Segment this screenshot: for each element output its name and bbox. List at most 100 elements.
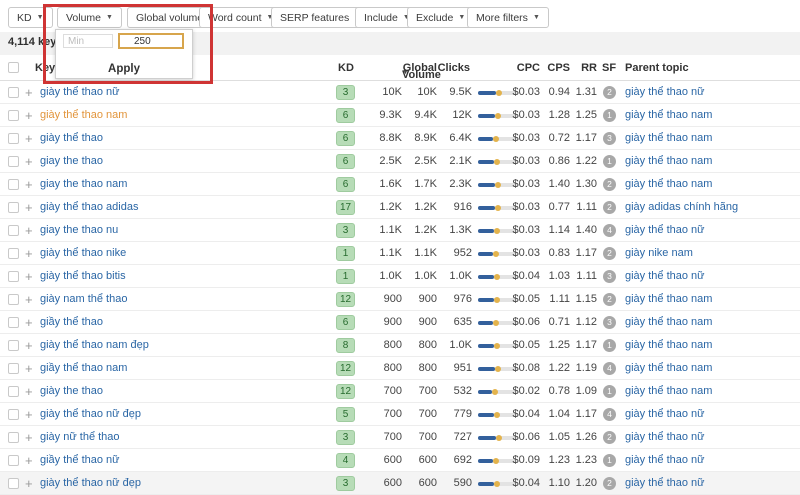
parent-topic-link[interactable]: giày thể thao nam [625, 104, 712, 127]
keyword-link[interactable]: giày nam thể thao [40, 288, 127, 311]
filter-button-label: Include [364, 12, 398, 24]
plus-icon[interactable]: + [25, 449, 33, 472]
row-checkbox[interactable] [8, 225, 19, 236]
cpc-value: $0.05 [512, 288, 540, 311]
keyword-link[interactable]: giầy thể thao nữ [40, 449, 120, 472]
row-checkbox[interactable] [8, 317, 19, 328]
plus-icon[interactable]: + [25, 357, 33, 380]
keyword-link[interactable]: giay the thao nam [40, 173, 127, 196]
keyword-link[interactable]: giầy thể thao nam [40, 357, 127, 380]
apply-button[interactable]: Apply [56, 60, 192, 78]
plus-icon[interactable]: + [25, 311, 33, 334]
plus-icon[interactable]: + [25, 472, 33, 495]
parent-topic-link[interactable]: giày thể thao nữ [625, 449, 705, 472]
row-checkbox[interactable] [8, 455, 19, 466]
keyword-link[interactable]: giầy thể thao [40, 311, 103, 334]
filter-button-more-filters[interactable]: More filters▼ [467, 7, 549, 28]
filter-button-volume[interactable]: Volume▼ [57, 7, 122, 28]
keyword-link[interactable]: giày thể thao nữ đẹp [40, 472, 141, 495]
column-header-cps[interactable]: CPS [547, 62, 570, 74]
column-header-cpc[interactable]: CPC [517, 62, 540, 74]
plus-icon[interactable]: + [25, 265, 33, 288]
parent-topic-link[interactable]: giày nike nam [625, 242, 693, 265]
filter-button-word-count[interactable]: Word count▼ [199, 7, 282, 28]
row-checkbox[interactable] [8, 409, 19, 420]
parent-topic-link[interactable]: giày thể thao nữ [625, 403, 705, 426]
parent-topic-link[interactable]: giày thể thao nam [625, 173, 712, 196]
row-checkbox[interactable] [8, 271, 19, 282]
parent-topic-link[interactable]: giày thể thao nữ [625, 81, 705, 104]
column-header-global[interactable]: Global [403, 62, 437, 74]
column-header-clicks[interactable]: Clicks [438, 62, 470, 74]
parent-topic-link[interactable]: giày thể thao nam [625, 288, 712, 311]
plus-icon[interactable]: + [25, 81, 33, 104]
parent-topic-link[interactable]: giày thể thao nam [625, 380, 712, 403]
volume-min-input[interactable] [63, 34, 113, 48]
keyword-link[interactable]: giày thể thao nữ đẹp [40, 403, 141, 426]
cps-value: 1.04 [549, 403, 570, 426]
clicks-value: 976 [454, 288, 472, 311]
plus-icon[interactable]: + [25, 242, 33, 265]
parent-topic-link[interactable]: giày thể thao nam [625, 150, 712, 173]
cpc-value: $0.03 [512, 196, 540, 219]
parent-topic-link[interactable]: giày thể thao nam [625, 311, 712, 334]
parent-topic-link[interactable]: giày thể thao nam [625, 357, 712, 380]
row-checkbox[interactable] [8, 202, 19, 213]
row-checkbox[interactable] [8, 386, 19, 397]
parent-topic-link[interactable]: giày thể thao nữ [625, 265, 705, 288]
volume-min-value-input[interactable] [118, 33, 184, 49]
keyword-link[interactable]: giày thể thao nữ [40, 81, 120, 104]
keyword-link[interactable]: giày thể thao adidas [40, 196, 138, 219]
filter-button-exclude[interactable]: Exclude▼ [407, 7, 474, 28]
keyword-link[interactable]: giày thể thao nike [40, 242, 126, 265]
plus-icon[interactable]: + [25, 380, 33, 403]
row-checkbox[interactable] [8, 179, 19, 190]
global-volume-value: 1.1K [414, 242, 437, 265]
row-checkbox[interactable] [8, 432, 19, 443]
clicks-bar-fill [478, 436, 496, 440]
keyword-link[interactable]: giày thể thao bitis [40, 265, 126, 288]
column-header-kd[interactable]: KD [338, 62, 354, 74]
row-checkbox[interactable] [8, 294, 19, 305]
keyword-link[interactable]: giày nữ thể thao [40, 426, 120, 449]
row-checkbox[interactable] [8, 156, 19, 167]
plus-icon[interactable]: + [25, 127, 33, 150]
parent-topic-link[interactable]: giày thể thao nữ [625, 219, 705, 242]
row-checkbox[interactable] [8, 110, 19, 121]
plus-icon[interactable]: + [25, 288, 33, 311]
column-header-rr[interactable]: RR [581, 62, 597, 74]
keyword-link[interactable]: giay the thao nu [40, 219, 118, 242]
keyword-link[interactable]: giày the thao [40, 380, 103, 403]
plus-icon[interactable]: + [25, 403, 33, 426]
parent-topic-link[interactable]: giày thể thao nữ [625, 426, 705, 449]
parent-topic-link[interactable]: giày adidas chính hãng [625, 196, 738, 219]
plus-icon[interactable]: + [25, 334, 33, 357]
row-checkbox[interactable] [8, 363, 19, 374]
kd-badge: 6 [336, 108, 355, 123]
row-checkbox[interactable] [8, 248, 19, 259]
column-header-sf[interactable]: SF [602, 62, 616, 74]
row-checkbox[interactable] [8, 133, 19, 144]
column-header-parent-topic[interactable]: Parent topic [625, 62, 689, 74]
row-checkbox[interactable] [8, 340, 19, 351]
filter-button-kd[interactable]: KD▼ [8, 7, 53, 28]
plus-icon[interactable]: + [25, 196, 33, 219]
parent-topic-link[interactable]: giày thể thao nam [625, 127, 712, 150]
keyword-link[interactable]: giay the thao [40, 150, 103, 173]
keyword-link[interactable]: giày thể thao nam đẹp [40, 334, 149, 357]
parent-topic-link[interactable]: giày thể thao nam [625, 334, 712, 357]
plus-icon[interactable]: + [25, 150, 33, 173]
plus-icon[interactable]: + [25, 173, 33, 196]
row-checkbox[interactable] [8, 87, 19, 98]
keyword-link[interactable]: giày thể thao nam [40, 104, 127, 127]
keyword-link[interactable]: giày thể thao [40, 127, 103, 150]
plus-icon[interactable]: + [25, 426, 33, 449]
table-row: +giày thể thao68.8K8.9K6.4K$0.030.721.17… [0, 127, 800, 150]
table-row: +giày thể thao nam đẹp88008001.0K$0.051.… [0, 334, 800, 357]
rr-value: 1.17 [576, 403, 597, 426]
plus-icon[interactable]: + [25, 104, 33, 127]
parent-topic-link[interactable]: giày thể thao nữ [625, 472, 705, 495]
plus-icon[interactable]: + [25, 219, 33, 242]
select-all-checkbox[interactable] [8, 62, 19, 73]
table-row: +giày the thao12700700532$0.020.781.091g… [0, 380, 800, 403]
